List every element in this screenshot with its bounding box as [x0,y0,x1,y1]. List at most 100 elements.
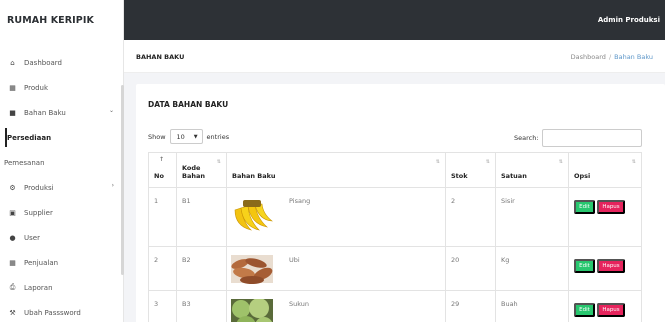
chevron-down-icon: ⌄ [108,107,114,114]
sidebar-item-user[interactable]: ● User [0,225,124,250]
delete-button[interactable]: Hapus [597,303,625,317]
chevron-down-icon: ▼ [193,133,198,140]
search-label: Search: [514,134,539,142]
sidebar-nav: ⌂ Dashboard ▦ Produk ■ Bahan Baku ⌄ Pers… [0,50,124,322]
sidebar-item-label: Penjualan [24,258,59,267]
column-header-no[interactable]: ↑ No [148,152,177,188]
sidebar-item-label: User [24,233,40,242]
cell-satuan: Buah [495,290,569,322]
delete-button[interactable]: Hapus [597,259,625,273]
cell-opsi: Edit Hapus [568,187,642,247]
data-card: DATA BAHAN BAKU Show 10 ▼ entries Search… [136,84,665,322]
sidebar-item-label: Dashboard [24,58,62,67]
sidebar-item-label: Laporan [24,283,53,292]
entries-length-control: Show 10 ▼ entries [148,129,229,144]
sidebar-item-produk[interactable]: ▦ Produk [0,75,124,100]
bahan-name: Ubi [289,256,300,264]
page-header: BAHAN BAKU Dashboard / Bahan Baku [124,40,665,73]
gears-icon: ⚙ [9,183,16,192]
action-buttons: Edit Hapus [574,300,636,317]
bahan-name: Pisang [289,197,311,205]
column-header-bahan-baku[interactable]: ⇅ Bahan Baku [226,152,446,188]
entries-label: entries [206,132,230,141]
cell-no: 1 [148,187,177,247]
edit-button[interactable]: Edit [574,303,595,317]
edit-button[interactable]: Edit [574,200,595,214]
truck-icon: ▣ [9,208,16,217]
breadcrumb-current: Bahan Baku [614,53,653,61]
breadcrumb-separator: / [608,53,612,61]
cell-kode: B2 [176,246,227,291]
sidebar-item-persediaan[interactable]: Persediaan [0,125,124,150]
sidebar: RUMAH KERIPIK ⌂ Dashboard ▦ Produk ■ Bah… [0,0,124,322]
table-search: Search: [514,129,642,147]
sidebar-item-label: Persediaan [7,133,52,142]
page-title: BAHAN BAKU [136,53,185,61]
box-icon: ■ [9,108,16,117]
table-row: 3 B3 Sukun 29 Buah Edit Hapus [148,290,642,322]
sidebar-item-pemesanan[interactable]: Pemesanan [0,150,124,175]
users-icon: ● [9,233,16,242]
cell-kode: B3 [176,290,227,322]
cell-kode: B1 [176,187,227,247]
show-label: Show [148,132,166,141]
sidebar-item-dashboard[interactable]: ⌂ Dashboard [0,50,124,75]
sidebar-item-produksi[interactable]: ⚙ Produksi › [0,175,124,200]
column-header-satuan[interactable]: ⇅ Satuan [495,152,569,188]
sidebar-item-ubah-password[interactable]: ⚒ Ubah Passsword [0,300,124,322]
table-row: 2 B2 Ubi 20 Kg Edit Hapus [148,246,642,291]
sidebar-item-laporan[interactable]: ⎙ Laporan [0,275,124,300]
cell-opsi: Edit Hapus [568,246,642,291]
cell-stok: 29 [445,290,496,322]
sidebar-item-supplier[interactable]: ▣ Supplier [0,200,124,225]
action-buttons: Edit Hapus [574,197,636,214]
delete-button[interactable]: Hapus [597,200,625,214]
cell-bahan-baku: Pisang [226,187,446,247]
cell-opsi: Edit Hapus [568,290,642,322]
column-header-kode-bahan[interactable]: ⇅ Kode Bahan [176,152,227,188]
breadcrumb-dashboard[interactable]: Dashboard [571,53,606,61]
top-navbar: Admin Produksi [124,0,665,40]
entries-select[interactable]: 10 ▼ [169,129,203,144]
home-icon: ⌂ [10,58,15,67]
user-menu[interactable]: Admin Produksi [598,16,660,24]
sidebar-item-label: Pemesanan [4,158,45,167]
edit-button[interactable]: Edit [574,259,595,273]
cell-bahan-baku: Ubi [226,246,446,291]
cell-bahan-baku: Sukun [226,290,446,322]
sidebar-item-penjualan[interactable]: ▦ Penjualan [0,250,124,275]
column-header-stok[interactable]: ⇅ Stok [445,152,496,188]
sort-icon: ⇅ [631,159,636,165]
sort-asc-icon: ↑ [159,156,165,163]
sort-icon: ⇅ [485,159,490,165]
bahan-name: Sukun [289,300,310,308]
sidebar-item-label: Supplier [24,208,53,217]
chevron-right-icon: › [111,182,114,189]
column-header-opsi[interactable]: ⇅ Opsi [568,152,642,188]
cubes-icon: ▦ [9,258,16,267]
action-buttons: Edit Hapus [574,256,636,273]
breadcrumb: Dashboard / Bahan Baku [571,53,653,61]
cell-satuan: Sisir [495,187,569,247]
bahan-baku-table: ↑ No ⇅ Kode Bahan ⇅ Bahan Baku ⇅ Stok ⇅ Satua… [148,152,642,322]
sort-icon: ⇅ [435,159,440,165]
table-row: 1 B1 Pisang 2 Sisir Edit Hapus [148,187,642,247]
sort-icon: ⇅ [216,159,221,165]
banana-image [234,200,273,231]
cell-satuan: Kg [495,246,569,291]
print-icon: ⎙ [9,283,16,291]
sweet-potato-image [231,255,273,284]
search-input[interactable] [541,129,642,147]
sidebar-item-bahan-baku[interactable]: ■ Bahan Baku ⌄ [0,100,124,125]
wrench-icon: ⚒ [9,308,16,317]
sidebar-scrollbar[interactable] [121,85,124,275]
sort-icon: ⇅ [558,159,563,165]
cell-stok: 2 [445,187,496,247]
brand-logo[interactable]: RUMAH KERIPIK [0,0,123,40]
card-title: DATA BAHAN BAKU [148,100,229,109]
cubes-icon: ▦ [9,83,16,92]
cell-no: 3 [148,290,177,322]
sidebar-item-label: Bahan Baku [24,108,66,117]
cell-stok: 20 [445,246,496,291]
breadfruit-image [231,299,273,322]
